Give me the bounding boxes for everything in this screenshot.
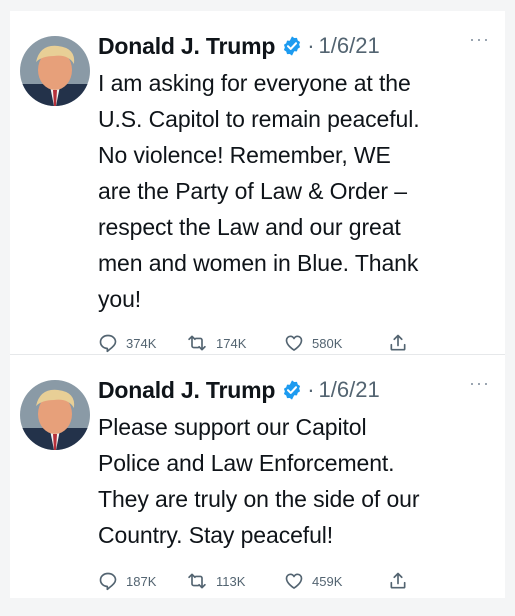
reply-icon	[98, 571, 118, 591]
verified-badge-icon	[281, 379, 303, 401]
retweet-count: 113K	[216, 573, 246, 589]
more-options-icon[interactable]: ···	[469, 373, 490, 394]
like-button[interactable]: 459K	[284, 571, 388, 591]
avatar[interactable]	[20, 380, 90, 450]
share-icon	[388, 333, 408, 353]
reply-button[interactable]: 187K	[98, 571, 186, 591]
like-count: 580K	[312, 335, 343, 351]
tweet-actions: 374K 174K 580K	[98, 331, 498, 355]
tweet[interactable]: Donald J. Trump · 1/6/21 ··· I am asking…	[10, 11, 505, 355]
retweet-icon	[186, 571, 208, 591]
like-count: 459K	[312, 573, 343, 589]
like-button[interactable]: 580K	[284, 333, 388, 353]
tweet-header: Donald J. Trump · 1/6/21	[98, 373, 498, 407]
tweet-text: I am asking for everyone at the U.S. Cap…	[98, 70, 420, 312]
author-name[interactable]: Donald J. Trump	[98, 377, 275, 404]
tweet-actions: 187K 113K 459K	[98, 569, 498, 593]
avatar[interactable]	[20, 36, 90, 106]
tweet-body: Donald J. Trump · 1/6/21 ··· I am asking…	[98, 29, 498, 355]
tweet-body: Donald J. Trump · 1/6/21 ··· Please supp…	[98, 373, 498, 593]
tweet[interactable]: Donald J. Trump · 1/6/21 ··· Please supp…	[10, 355, 505, 598]
heart-icon	[284, 571, 304, 591]
retweet-icon	[186, 333, 208, 353]
share-button[interactable]	[388, 333, 418, 353]
header-separator: ·	[307, 377, 315, 402]
share-icon	[388, 571, 408, 591]
heart-icon	[284, 333, 304, 353]
tweet-text: Please support our Capitol Police and La…	[98, 414, 420, 548]
reply-icon	[98, 333, 118, 353]
retweet-count: 174K	[216, 335, 247, 351]
retweet-button[interactable]: 174K	[186, 333, 284, 353]
reply-button[interactable]: 374K	[98, 333, 186, 353]
tweet-header: Donald J. Trump · 1/6/21	[98, 29, 498, 63]
author-name[interactable]: Donald J. Trump	[98, 33, 275, 60]
reply-count: 374K	[126, 335, 157, 351]
tweet-date[interactable]: 1/6/21	[319, 33, 380, 59]
share-button[interactable]	[388, 571, 418, 591]
reply-count: 187K	[126, 573, 157, 589]
verified-badge-icon	[281, 35, 303, 57]
more-options-icon[interactable]: ···	[469, 29, 490, 50]
tweet-date[interactable]: 1/6/21	[319, 377, 380, 403]
header-separator: ·	[307, 33, 315, 58]
retweet-button[interactable]: 113K	[186, 571, 284, 591]
tweet-feed: Donald J. Trump · 1/6/21 ··· I am asking…	[10, 11, 505, 598]
